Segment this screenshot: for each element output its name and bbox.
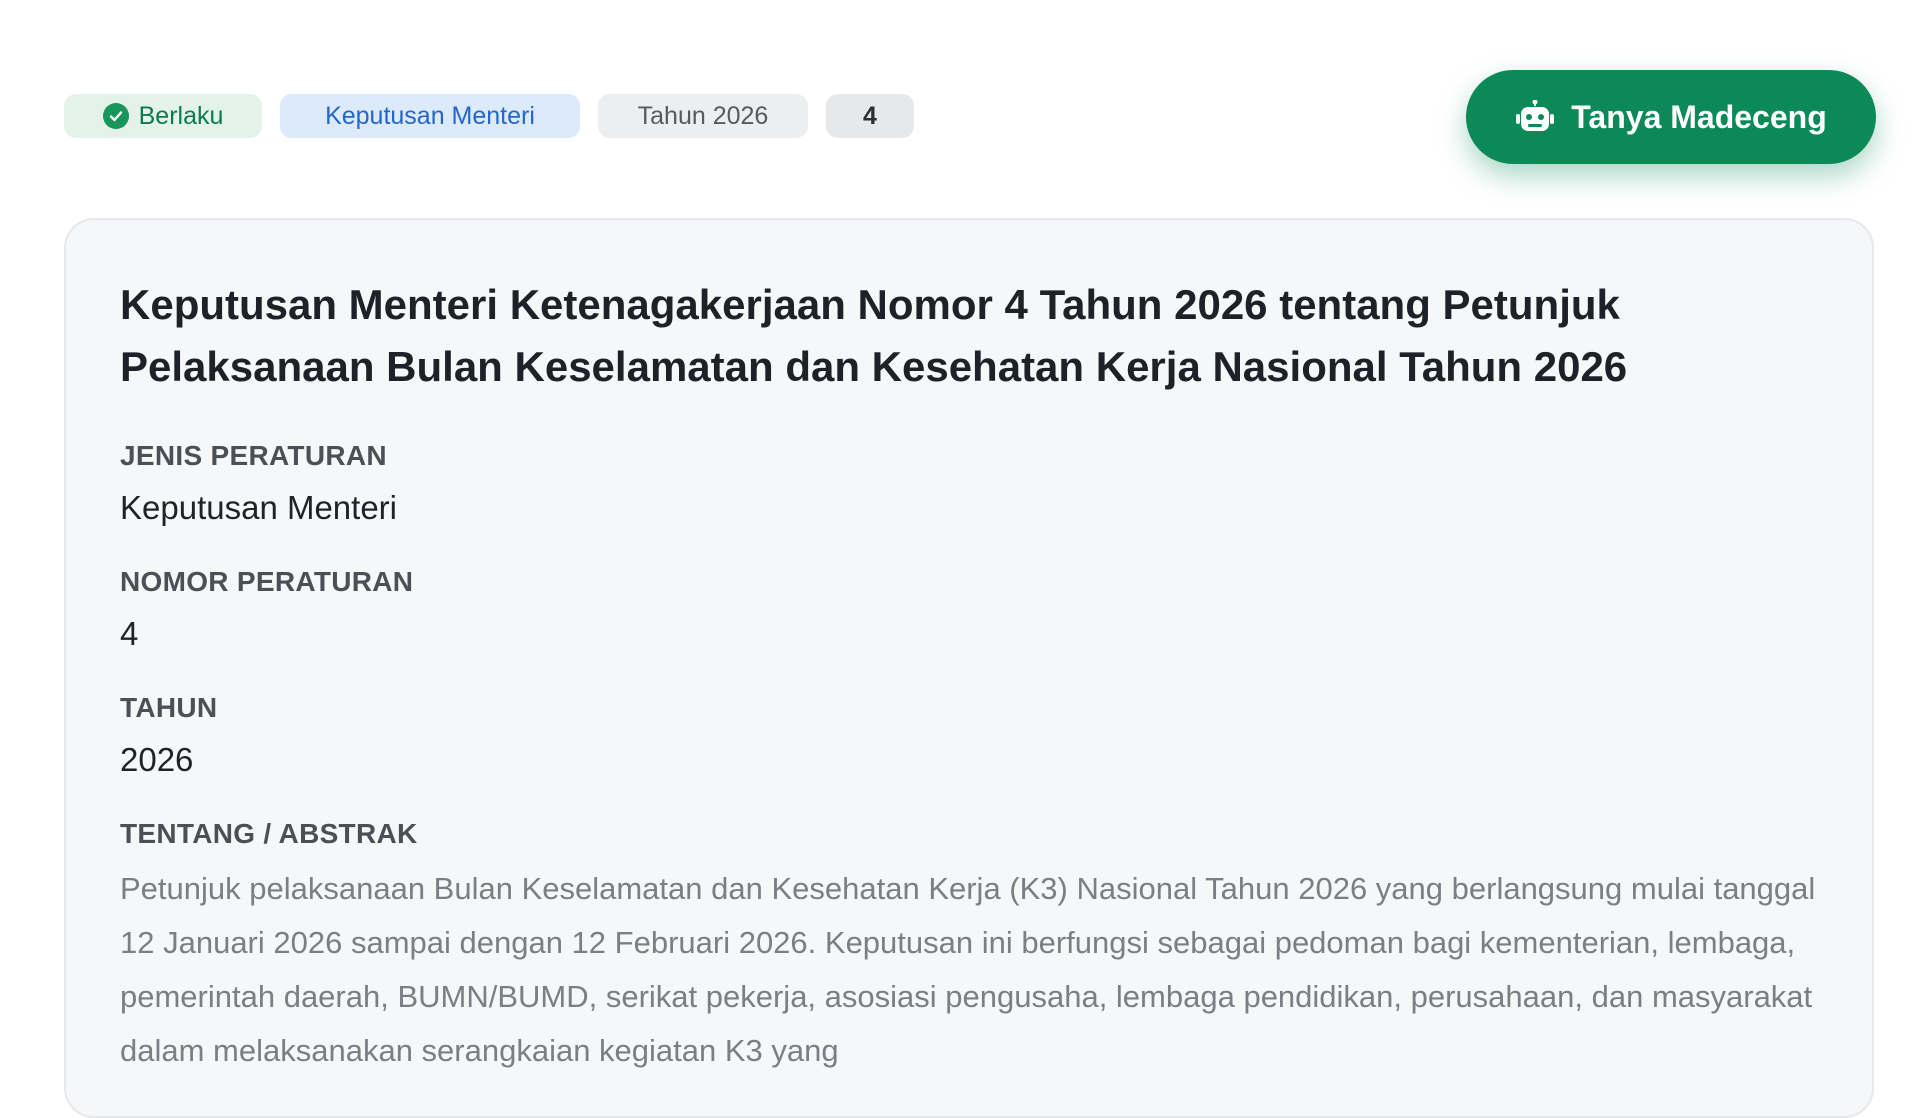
ask-madeceng-button[interactable]: Tanya Madeceng [1466,70,1876,164]
regulation-year-value: 2026 [120,741,194,778]
abstract-label: TENTANG / ABSTRAK [120,818,418,849]
abstract-text: Petunjuk pelaksanaan Bulan Keselamatan d… [120,871,1816,1068]
number-badge: 4 [826,94,914,138]
status-badge: Berlaku [64,94,262,138]
page-title: Keputusan Menteri Ketenagakerjaan Nomor … [120,281,1628,390]
regulation-year-field: TAHUN 2026 [120,692,1818,780]
abstract-field: TENTANG / ABSTRAK Petunjuk pelaksanaan B… [120,818,1818,1078]
regulation-number-label: NOMOR PERATURAN [120,566,414,597]
ask-madeceng-label: Tanya Madeceng [1571,98,1827,135]
regulation-type-value: Keputusan Menteri [120,489,398,526]
check-circle-icon [102,103,129,129]
regulation-year-label: TAHUN [120,692,218,723]
regulation-type-field: JENIS PERATURAN Keputusan Menteri [120,440,1818,528]
badge-row: Berlaku Keputusan Menteri Tahun 2026 4 [64,94,914,138]
regulation-type-badge: Keputusan Menteri [280,94,580,138]
header-bar: Berlaku Keputusan Menteri Tahun 2026 4 T… [64,70,1876,166]
regulation-number-value: 4 [120,615,139,652]
robot-icon [1515,99,1555,134]
regulation-number-field: NOMOR PERATURAN 4 [120,566,1818,654]
regulation-detail-card: Keputusan Menteri Ketenagakerjaan Nomor … [64,218,1874,1118]
regulation-type-label: JENIS PERATURAN [120,440,387,471]
year-badge: Tahun 2026 [598,94,808,138]
status-badge-label: Berlaku [138,101,224,130]
